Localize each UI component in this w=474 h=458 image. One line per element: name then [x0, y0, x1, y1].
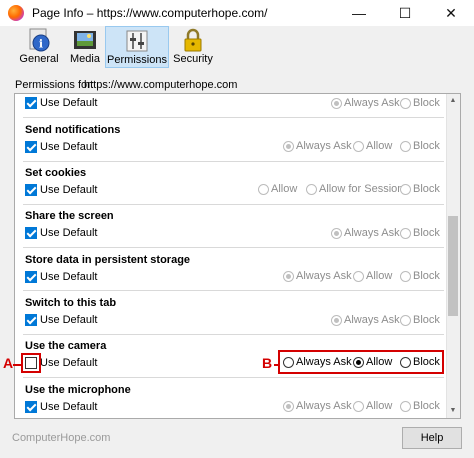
- info-icon: i: [29, 28, 50, 52]
- tab-security-label: Security: [173, 53, 213, 65]
- annotation-highlight-b: [278, 350, 444, 374]
- radio-block[interactable]: [400, 271, 411, 282]
- help-button[interactable]: Help: [402, 427, 462, 449]
- use-default-label: Use Default: [40, 141, 98, 153]
- radio-allow[interactable]: [353, 401, 364, 412]
- radio-always-ask[interactable]: [331, 98, 342, 109]
- annotation-marker-a: A: [3, 355, 14, 371]
- close-button[interactable]: ✕: [428, 0, 474, 26]
- radio-block[interactable]: [400, 184, 411, 195]
- radio-label: Block: [413, 227, 440, 239]
- section-title: Share the screen: [25, 210, 114, 222]
- annotation-highlight-a: [21, 353, 41, 373]
- section-title: Store data in persistent storage: [25, 254, 191, 266]
- radio-label: Block: [413, 400, 440, 412]
- scroll-down-arrow-icon[interactable]: ▼: [446, 404, 460, 418]
- radio-allow-for-session[interactable]: [306, 184, 317, 195]
- svg-text:i: i: [39, 38, 43, 51]
- tab-media[interactable]: Media: [63, 26, 107, 68]
- section-title: Use the camera: [25, 340, 107, 352]
- tab-media-label: Media: [70, 53, 100, 65]
- tab-security[interactable]: Security: [171, 26, 215, 68]
- section-divider: [23, 247, 444, 248]
- minimize-button[interactable]: —: [336, 0, 382, 26]
- use-default-checkbox[interactable]: [25, 184, 37, 196]
- tab-general-label: General: [19, 53, 59, 65]
- use-default-checkbox[interactable]: [25, 97, 37, 109]
- maximize-button[interactable]: ☐: [382, 0, 428, 26]
- radio-always-ask[interactable]: [283, 401, 294, 412]
- section-title: Set cookies: [25, 167, 87, 179]
- use-default-label: Use Default: [40, 97, 98, 109]
- radio-label: Block: [413, 97, 440, 109]
- use-default-checkbox[interactable]: [25, 401, 37, 413]
- page-info-toolbar: i General Media Permissions Security: [0, 26, 474, 68]
- radio-block[interactable]: [400, 401, 411, 412]
- radio-label: Always Ask: [296, 400, 352, 412]
- tab-permissions[interactable]: Permissions: [105, 26, 169, 68]
- permissions-for-label: Permissions for:: [15, 79, 94, 91]
- lock-icon: [184, 28, 202, 52]
- use-default-checkbox[interactable]: [25, 314, 37, 326]
- radio-block[interactable]: [400, 228, 411, 239]
- radio-allow[interactable]: [353, 271, 364, 282]
- radio-block[interactable]: [400, 98, 411, 109]
- radio-always-ask[interactable]: [283, 271, 294, 282]
- radio-block[interactable]: [400, 315, 411, 326]
- section-divider: [23, 161, 444, 162]
- use-default-checkbox[interactable]: [25, 141, 37, 153]
- radio-always-ask[interactable]: [283, 141, 294, 152]
- radio-label: Allow: [271, 183, 298, 195]
- section-divider: [23, 290, 444, 291]
- section-divider: [23, 117, 444, 118]
- firefox-icon: [8, 5, 24, 21]
- scrollbar-thumb[interactable]: [448, 216, 458, 316]
- radio-label: Always Ask: [344, 314, 400, 326]
- section-divider: [23, 334, 444, 335]
- use-default-label: Use Default: [40, 357, 98, 369]
- radio-always-ask[interactable]: [331, 228, 342, 239]
- radio-label: Allow: [366, 140, 393, 152]
- use-default-label: Use Default: [40, 227, 98, 239]
- permissions-for-url: https://www.computerhope.com: [84, 79, 238, 91]
- radio-label: Always Ask: [296, 140, 352, 152]
- use-default-checkbox[interactable]: [25, 271, 37, 283]
- permissions-icon: [126, 30, 148, 52]
- radio-allow[interactable]: [258, 184, 269, 195]
- section-divider: [23, 377, 444, 378]
- section-title: Switch to this tab: [25, 297, 117, 309]
- title-bar: Page Info – https://www.computerhope.com…: [0, 0, 474, 26]
- use-default-label: Use Default: [40, 314, 98, 326]
- window-title: Page Info – https://www.computerhope.com…: [32, 6, 268, 20]
- use-default-checkbox[interactable]: [25, 227, 37, 239]
- section-title: Use the microphone: [25, 384, 131, 396]
- radio-label: Always Ask: [296, 270, 352, 282]
- use-default-label: Use Default: [40, 401, 98, 413]
- radio-block[interactable]: [400, 141, 411, 152]
- radio-label: Block: [413, 183, 440, 195]
- media-icon: [74, 31, 96, 49]
- annotation-marker-b: B: [262, 355, 273, 371]
- radio-label: Block: [413, 140, 440, 152]
- annotation-pointer-a: [13, 364, 21, 366]
- radio-allow[interactable]: [353, 141, 364, 152]
- radio-label: Block: [413, 270, 440, 282]
- scroll-up-arrow-icon[interactable]: ▲: [446, 94, 460, 108]
- radio-always-ask[interactable]: [331, 315, 342, 326]
- radio-label: Allow: [366, 400, 393, 412]
- radio-label: Always Ask: [344, 97, 400, 109]
- radio-label: Always Ask: [344, 227, 400, 239]
- radio-label: Allow: [366, 270, 393, 282]
- use-default-label: Use Default: [40, 184, 98, 196]
- radio-label: Allow for Session: [319, 183, 404, 195]
- tab-general[interactable]: i General: [17, 26, 61, 68]
- section-divider: [23, 204, 444, 205]
- watermark: ComputerHope.com: [12, 432, 111, 444]
- tab-permissions-label: Permissions: [107, 54, 167, 66]
- use-default-label: Use Default: [40, 271, 98, 283]
- radio-label: Block: [413, 314, 440, 326]
- section-title: Send notifications: [25, 124, 121, 136]
